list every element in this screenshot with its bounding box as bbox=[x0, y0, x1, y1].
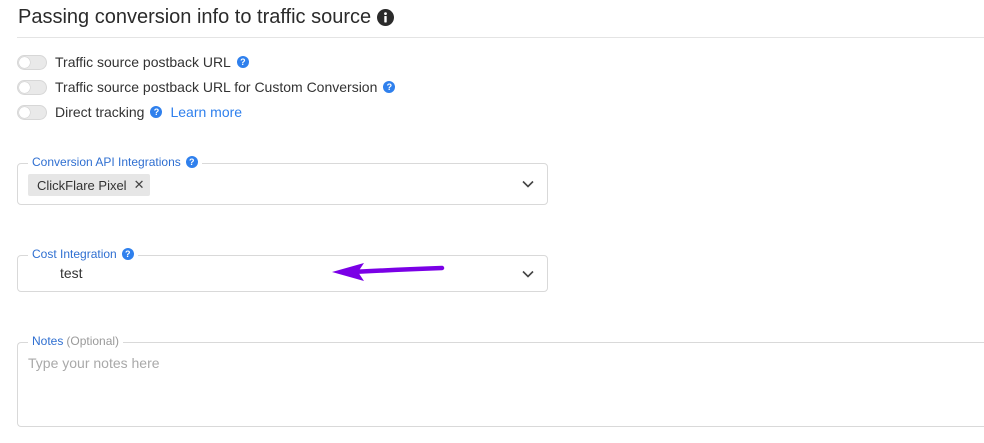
chevron-down-icon[interactable] bbox=[521, 267, 535, 281]
postback-url-toggle[interactable] bbox=[17, 54, 47, 70]
direct-tracking-label: Direct tracking bbox=[55, 104, 145, 120]
chip-label: ClickFlare Pixel bbox=[37, 177, 127, 193]
toggle-row-custom-conversion: Traffic source postback URL for Custom C… bbox=[17, 79, 396, 95]
custom-conversion-postback-label: Traffic source postback URL for Custom C… bbox=[55, 79, 378, 95]
selected-chip: ClickFlare Pixel ✕ bbox=[28, 174, 151, 196]
conversion-api-select[interactable]: Conversion API Integrations ? ClickFlare… bbox=[17, 155, 548, 205]
postback-url-label: Traffic source postback URL bbox=[55, 54, 231, 70]
notes-label: Notes bbox=[32, 334, 64, 348]
toggle-row-direct-tracking: Direct tracking ? Learn more bbox=[17, 104, 242, 120]
notes-field[interactable]: Notes (Optional) Type your notes here bbox=[17, 334, 984, 427]
close-icon[interactable]: ✕ bbox=[134, 177, 145, 193]
section-title: Passing conversion info to traffic sourc… bbox=[18, 6, 395, 29]
notes-placeholder: Type your notes here bbox=[28, 355, 160, 371]
cost-integration-legend: Cost Integration ? bbox=[28, 247, 138, 261]
learn-more-link[interactable]: Learn more bbox=[170, 104, 242, 120]
cost-integration-value: test bbox=[60, 265, 83, 281]
cost-integration-select[interactable]: Cost Integration ? test bbox=[17, 247, 548, 292]
chevron-down-icon[interactable] bbox=[521, 177, 535, 191]
section-divider bbox=[17, 37, 984, 38]
notes-optional-label: (Optional) bbox=[66, 334, 120, 348]
help-icon[interactable]: ? bbox=[236, 56, 249, 68]
cost-integration-label: Cost Integration bbox=[32, 247, 117, 261]
info-icon[interactable] bbox=[377, 9, 395, 26]
direct-tracking-toggle[interactable] bbox=[17, 104, 47, 120]
custom-conversion-postback-toggle[interactable] bbox=[17, 79, 47, 95]
help-icon[interactable]: ? bbox=[383, 81, 396, 93]
toggle-row-postback: Traffic source postback URL ? bbox=[17, 54, 249, 70]
annotation-arrow-icon bbox=[332, 263, 445, 281]
help-icon[interactable]: ? bbox=[185, 156, 198, 168]
section-title-text: Passing conversion info to traffic sourc… bbox=[18, 6, 372, 28]
conversion-api-label: Conversion API Integrations bbox=[32, 155, 181, 169]
conversion-api-legend: Conversion API Integrations ? bbox=[28, 155, 202, 169]
help-icon[interactable]: ? bbox=[121, 248, 134, 260]
notes-legend: Notes (Optional) bbox=[28, 334, 124, 348]
help-icon[interactable]: ? bbox=[150, 106, 163, 118]
